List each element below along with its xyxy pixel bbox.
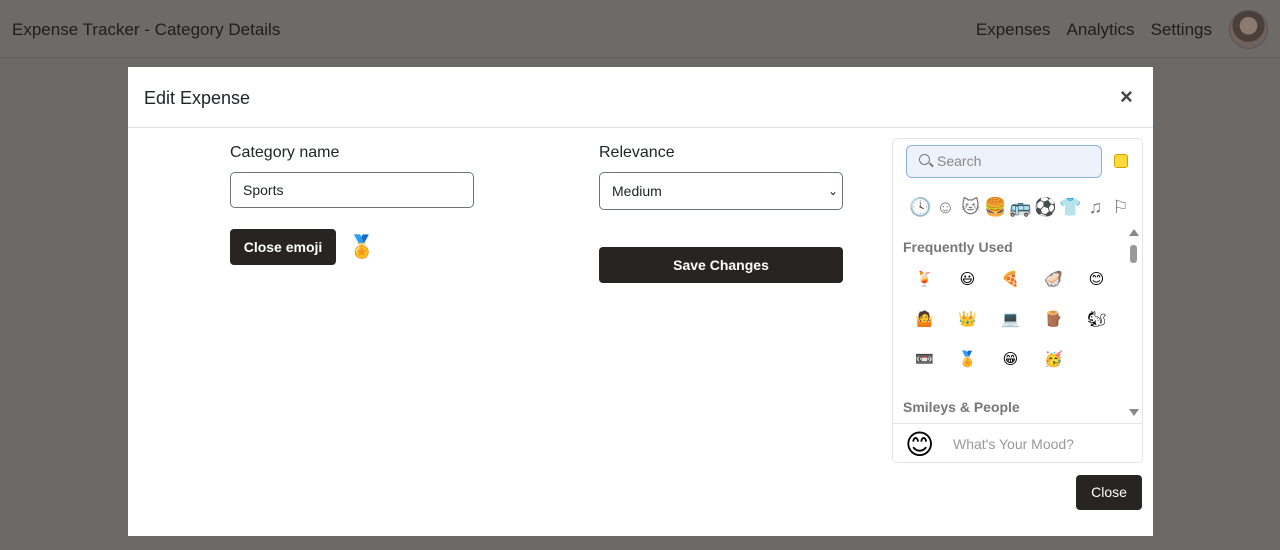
emoji-item[interactable]: 🏅 (946, 349, 989, 371)
emoji-scrollbar[interactable] (1129, 229, 1139, 419)
avatar[interactable] (1229, 10, 1268, 49)
scroll-up-icon[interactable] (1129, 229, 1139, 236)
modal-header: Edit Expense × (128, 67, 1153, 128)
animals-category-icon[interactable]: 🐱 (959, 195, 982, 219)
category-name-input[interactable] (230, 172, 474, 208)
skin-tone-selector[interactable] (1114, 154, 1128, 168)
smileys-category-icon[interactable]: ☺ (934, 195, 957, 219)
recent-category-icon[interactable]: 🕓 (909, 195, 932, 219)
edit-expense-modal: Edit Expense × Category name Close emoji… (128, 67, 1153, 536)
emoji-item[interactable]: 😁 (989, 349, 1032, 371)
travel-category-icon[interactable]: 🚌 (1009, 195, 1032, 219)
emoji-item[interactable]: 🦪 (1032, 269, 1075, 291)
activity-category-icon[interactable]: ⚽ (1034, 195, 1057, 219)
navbar-brand[interactable]: Expense Tracker - Category Details (12, 20, 280, 40)
food-category-icon[interactable]: 🍔 (984, 195, 1007, 219)
emoji-item[interactable]: 🍕 (989, 269, 1032, 291)
emoji-item[interactable]: 😊 (1075, 269, 1118, 291)
emoji-search-input[interactable]: Search (906, 145, 1102, 178)
nav-link-settings[interactable]: Settings (1151, 20, 1212, 40)
chevron-down-icon: ⌄ (827, 184, 838, 198)
symbols-category-icon[interactable]: ♫ (1084, 195, 1107, 219)
close-emoji-button[interactable]: Close emoji (230, 229, 336, 265)
flags-category-icon[interactable]: ⚐ (1109, 195, 1132, 219)
nav-link-expenses[interactable]: Expenses (976, 20, 1051, 40)
close-icon[interactable]: × (1120, 85, 1136, 109)
emoji-item[interactable]: 🪵 (1032, 309, 1075, 331)
emoji-item[interactable]: 🥳 (1032, 349, 1075, 371)
emoji-item[interactable]: 👑 (946, 309, 989, 331)
emoji-item[interactable]: 🍹 (903, 269, 946, 291)
relevance-select[interactable]: Medium ⌄ (599, 172, 843, 210)
smiley-icon: 😊 (905, 429, 935, 460)
medal-emoji-icon: 🏅 (348, 234, 376, 259)
frequently-used-heading: Frequently Used (903, 239, 1013, 255)
save-changes-button[interactable]: Save Changes (599, 247, 843, 283)
scroll-down-icon[interactable] (1129, 409, 1139, 416)
emoji-item[interactable]: 🤷 (903, 309, 946, 331)
search-placeholder: Search (937, 153, 982, 169)
objects-category-icon[interactable]: 👕 (1059, 195, 1082, 219)
emoji-item[interactable]: 📼 (903, 349, 946, 371)
scroll-thumb[interactable] (1130, 245, 1137, 263)
search-icon (919, 154, 930, 165)
mood-placeholder: What's Your Mood? (953, 436, 1074, 452)
emoji-item[interactable]: 😃 (946, 269, 989, 291)
emoji-picker: Search 🕓 ☺ 🐱 🍔 🚌 ⚽ 👕 ♫ ⚐ Frequently Used… (892, 138, 1143, 463)
emoji-item[interactable]: 💻 (989, 309, 1032, 331)
modal-title: Edit Expense (144, 88, 251, 108)
close-button[interactable]: Close (1076, 475, 1142, 510)
nav-links: Expenses Analytics Settings (976, 20, 1212, 40)
relevance-label: Relevance (599, 144, 675, 161)
category-name-label: Category name (230, 144, 340, 161)
frequent-emoji-grid: 🍹 😃 🍕 🦪 😊 🤷 👑 💻 🪵 🐿 📼 🏅 😁 🥳 (903, 269, 1118, 371)
relevance-selected-value: Medium (612, 183, 662, 199)
emoji-category-tabs: 🕓 ☺ 🐱 🍔 🚌 ⚽ 👕 ♫ ⚐ (909, 195, 1132, 219)
emoji-item[interactable]: 🐿 (1075, 309, 1118, 331)
mood-preview-bar: 😊 What's Your Mood? (893, 423, 1142, 462)
navbar: Expense Tracker - Category Details Expen… (0, 0, 1280, 58)
smileys-people-heading: Smileys & People (903, 399, 1020, 415)
nav-link-analytics[interactable]: Analytics (1067, 20, 1135, 40)
